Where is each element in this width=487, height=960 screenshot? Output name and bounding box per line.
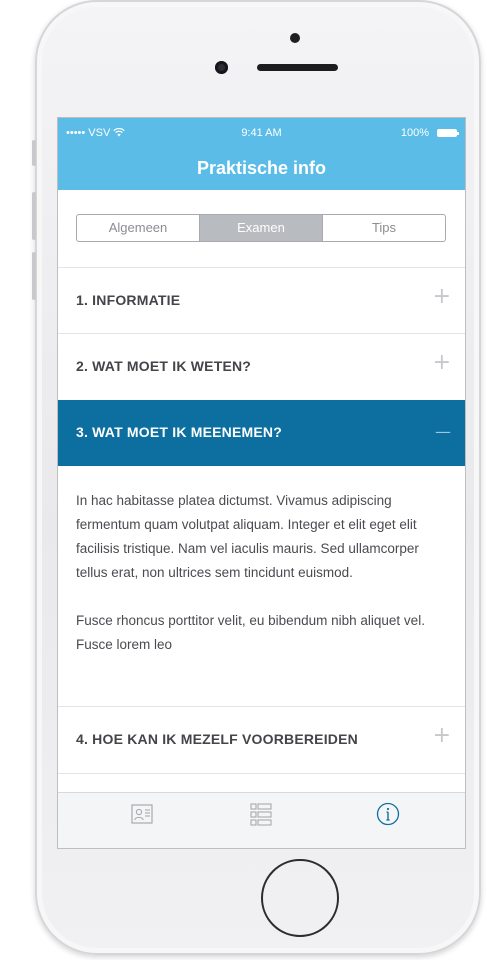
accordion-row-label: 2. WAT MOET IK WETEN? <box>76 358 252 374</box>
tab-list[interactable] <box>241 802 281 838</box>
accordion-content: In hac habitasse platea dictumst. Vivamu… <box>76 489 451 657</box>
battery-percentage: 100% <box>400 127 429 139</box>
home-button[interactable] <box>261 859 339 937</box>
navigation-bar: Praktische info <box>58 148 465 190</box>
mute-switch <box>32 140 36 166</box>
tab-id-card[interactable] <box>122 802 162 838</box>
proximity-sensor <box>290 33 300 43</box>
info-icon <box>376 802 400 826</box>
app-screen: ••••• VSV 9:41 AM 100% Praktische info A… <box>58 118 465 848</box>
page-title: Praktische info <box>196 158 327 178</box>
status-bar: ••••• VSV 9:41 AM 100% <box>58 118 465 148</box>
minus-icon: — <box>435 422 451 441</box>
earpiece-speaker <box>257 64 338 71</box>
accordion-row-wat-moet-ik-meenemen[interactable]: 3. WAT MOET IK MEENEMEN? — <box>58 400 465 466</box>
accordion-row-hoe-kan-ik-mezelf-voorbereiden[interactable]: 4. HOE KAN IK MEZELF VOORBEREIDEN + <box>58 707 465 773</box>
segment-algemeen[interactable]: Algemeen <box>77 215 200 241</box>
plus-icon: + <box>432 350 451 375</box>
list-icon <box>250 803 272 826</box>
volume-up-button <box>32 192 36 240</box>
divider <box>58 773 465 774</box>
tab-bar <box>58 792 465 848</box>
tab-info[interactable] <box>368 802 408 838</box>
accordion-row-informatie[interactable]: 1. INFORMATIE + <box>58 268 465 334</box>
plus-icon: + <box>432 284 451 309</box>
accordion-row-label: 1. INFORMATIE <box>76 292 181 308</box>
front-camera-icon <box>215 61 228 74</box>
id-card-icon <box>131 804 153 824</box>
volume-down-button <box>32 252 36 300</box>
content-paragraph: Fusce rhoncus porttitor velit, eu bibend… <box>76 613 425 652</box>
content-paragraph: In hac habitasse platea dictumst. Vivamu… <box>76 493 419 580</box>
accordion-row-wat-moet-ik-weten[interactable]: 2. WAT MOET IK WETEN? + <box>58 334 465 400</box>
plus-icon: + <box>432 723 451 748</box>
segment-examen[interactable]: Examen <box>200 215 323 241</box>
segment-tips[interactable]: Tips <box>323 215 445 241</box>
segmented-control: Algemeen Examen Tips <box>76 214 446 242</box>
accordion-row-label: 4. HOE KAN IK MEZELF VOORBEREIDEN <box>76 731 358 747</box>
battery-icon <box>437 129 459 137</box>
accordion-row-label: 3. WAT MOET IK MEENEMEN? <box>76 424 282 440</box>
